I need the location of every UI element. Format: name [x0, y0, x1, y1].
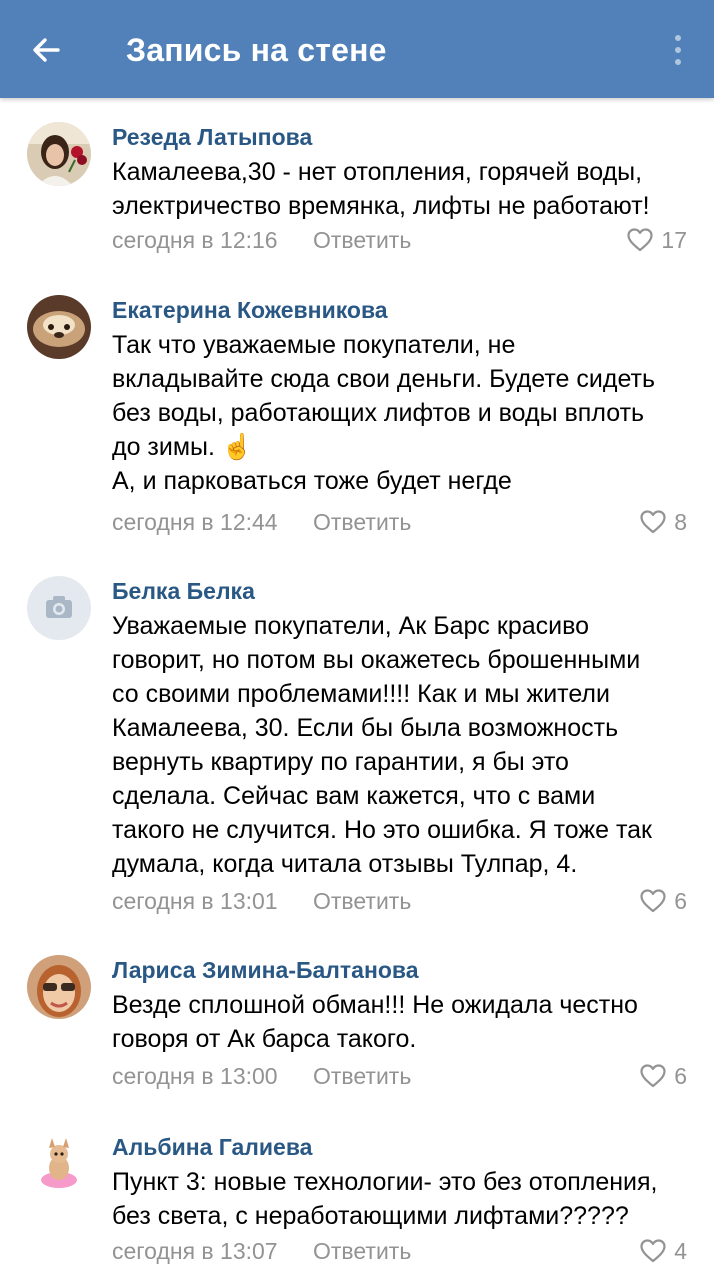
reply-button[interactable]: Ответить: [313, 1059, 411, 1093]
comment-meta: сегодня в 12:16 Ответить 17: [112, 223, 687, 257]
reply-button[interactable]: Ответить: [313, 884, 411, 918]
comment-author[interactable]: Белка Белка: [112, 576, 255, 606]
avatar[interactable]: [27, 955, 91, 1019]
heart-icon: [640, 889, 666, 913]
comment-time: сегодня в 13:00: [112, 1063, 278, 1089]
avatar[interactable]: [27, 576, 91, 640]
comment-text: Так что уважаемые покупатели, не вкладыв…: [112, 331, 655, 495]
heart-icon: [640, 1064, 666, 1088]
comment-time: сегодня в 13:01: [112, 888, 278, 914]
comment-meta: сегодня в 12:44 Ответить 8: [112, 505, 687, 539]
heart-icon: [640, 1239, 666, 1263]
comment-time: сегодня в 13:07: [112, 1238, 278, 1264]
comment-meta: сегодня в 13:07 Ответить 4: [112, 1234, 687, 1268]
arrow-left-icon: [33, 38, 60, 62]
like-count: 4: [674, 1238, 687, 1264]
heart-icon: [627, 228, 654, 252]
comment-time: сегодня в 12:44: [112, 509, 278, 535]
like-count: 6: [674, 888, 687, 914]
avatar[interactable]: [27, 122, 91, 186]
reply-button[interactable]: Ответить: [313, 1234, 411, 1268]
comment-text: Пункт 3: новые технологии- это без отопл…: [112, 1168, 658, 1230]
comment-text: Уважаемые покупатели, Ак Барс красиво го…: [112, 612, 652, 878]
comment-meta: сегодня в 13:00 Ответить 6: [112, 1059, 687, 1093]
page-title: Запись на стене: [126, 32, 387, 68]
avatar[interactable]: [27, 295, 91, 359]
comment-text: Везде сплошной обман!!! Не ожидала честн…: [112, 991, 638, 1053]
like-button[interactable]: 4: [640, 1234, 687, 1268]
comment-author[interactable]: Резеда Латыпова: [112, 122, 312, 152]
like-button[interactable]: 6: [640, 884, 687, 918]
like-count: 8: [674, 509, 687, 535]
comment-time: сегодня в 12:16: [112, 227, 278, 253]
comment-author[interactable]: Лариса Зимина-Балтанова: [112, 955, 419, 985]
more-vertical-icon[interactable]: [662, 28, 694, 72]
comment-author[interactable]: Альбина Галиева: [112, 1132, 312, 1162]
avatar[interactable]: [27, 1132, 91, 1196]
like-button[interactable]: 17: [627, 223, 687, 257]
comment-meta: сегодня в 13:01 Ответить 6: [112, 884, 687, 918]
reply-button[interactable]: Ответить: [313, 223, 411, 257]
comment-author[interactable]: Екатерина Кожевникова: [112, 295, 388, 325]
comment-text: Камалеева,30 - нет отопления, горячей во…: [112, 158, 650, 220]
heart-icon: [640, 510, 666, 534]
like-count: 6: [674, 1063, 687, 1089]
app-header: Запись на стене: [0, 0, 714, 98]
like-button[interactable]: 6: [640, 1059, 687, 1093]
like-button[interactable]: 8: [640, 505, 687, 539]
like-count: 17: [661, 227, 687, 253]
reply-button[interactable]: Ответить: [313, 505, 411, 539]
back-button[interactable]: [22, 26, 70, 74]
